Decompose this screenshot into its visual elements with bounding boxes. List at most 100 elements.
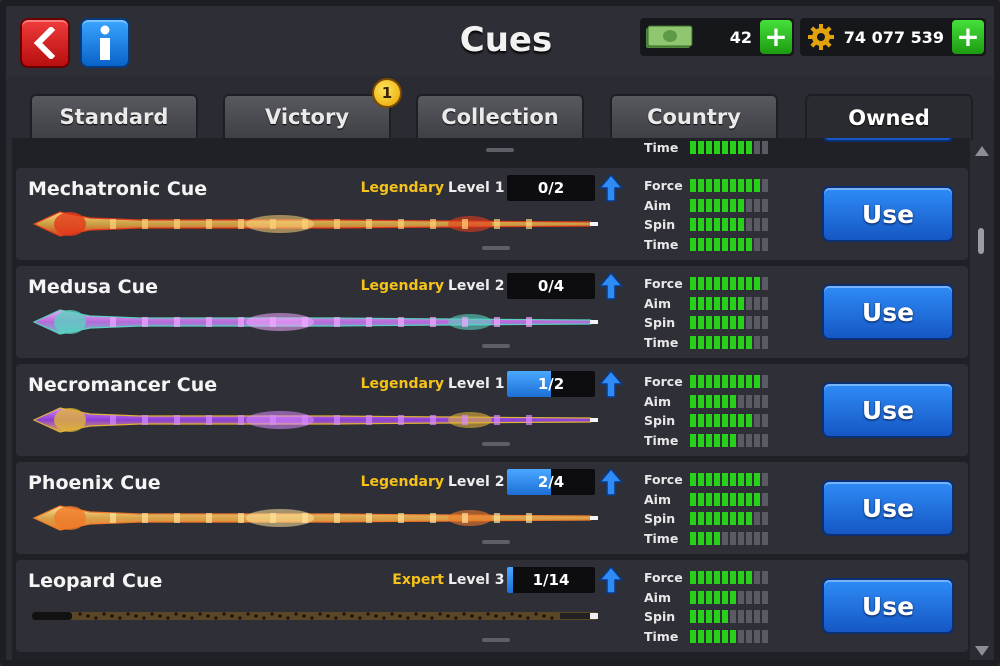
use-cue-button[interactable]: Use <box>822 186 954 242</box>
tab-victory[interactable]: Victory <box>223 94 391 138</box>
partial-use-button[interactable] <box>822 138 954 142</box>
tab-country[interactable]: Country <box>610 94 778 138</box>
upgrade-progress-text: 1/14 <box>532 571 570 589</box>
back-button[interactable] <box>20 18 70 68</box>
stat-bar <box>690 512 768 526</box>
upgrade-progress-bar: 1/14 <box>507 567 595 593</box>
stat-force: Force <box>644 176 784 196</box>
stat-label: Force <box>644 570 683 586</box>
stat-label: Aim <box>644 589 671 605</box>
use-cue-button[interactable]: Use <box>822 284 954 340</box>
stat-spin: Spin <box>644 411 784 431</box>
cue-row[interactable]: Medusa Cue Legendary Level 2 0/4 Force A… <box>16 266 968 358</box>
upgrade-arrow-icon[interactable] <box>599 174 623 202</box>
cash-icon <box>646 25 693 48</box>
cue-name: Necromancer Cue <box>28 374 218 396</box>
upgrade-progress-text: 1/2 <box>537 375 565 393</box>
stat-label: Force <box>644 178 683 194</box>
stat-spin: Spin <box>644 607 784 627</box>
cue-level: Level 1 <box>448 180 505 196</box>
cue-name: Mechatronic Cue <box>28 178 208 200</box>
tab-collection[interactable]: Collection <box>416 94 584 138</box>
stat-bar <box>690 532 768 546</box>
stat-label: Time <box>644 237 679 253</box>
stat-label: Time <box>644 531 679 547</box>
stat-bar <box>690 473 768 487</box>
cue-row[interactable]: Necromancer Cue Legendary Level 1 1/2 Fo… <box>16 364 968 456</box>
stat-label: Spin <box>644 609 676 625</box>
stat-time: Time <box>644 333 784 353</box>
scrollbar[interactable] <box>974 144 989 658</box>
scroll-down-arrow[interactable] <box>975 646 989 656</box>
coins-value: 74 077 539 <box>843 27 944 47</box>
stat-label: Force <box>644 276 683 292</box>
stat-label: Time <box>644 335 679 351</box>
stat-label: Spin <box>644 217 676 233</box>
stat-bar <box>690 218 768 232</box>
cues-screen: Cues 42 + 74 077 539 + Standard Victory … <box>0 0 1000 666</box>
row-divider-handle <box>482 246 510 250</box>
add-cash-button[interactable]: + <box>760 20 792 54</box>
cue-name: Phoenix Cue <box>28 472 161 494</box>
stat-label: Force <box>644 374 683 390</box>
stat-bar <box>690 179 768 193</box>
stat-bar <box>690 296 768 310</box>
scroll-up-arrow[interactable] <box>975 146 989 156</box>
cue-stats: Force Aim Spin Time <box>644 470 784 548</box>
cue-row[interactable]: Phoenix Cue Legendary Level 2 2/4 Force … <box>16 462 968 554</box>
stat-bar <box>690 198 768 212</box>
scroll-thumb[interactable] <box>978 228 984 254</box>
info-button[interactable] <box>80 18 130 68</box>
upgrade-arrow-icon[interactable] <box>599 370 623 398</box>
use-cue-button[interactable]: Use <box>822 480 954 536</box>
cue-row[interactable]: Mechatronic Cue Legendary Level 1 0/2 Fo… <box>16 168 968 260</box>
use-cue-button[interactable]: Use <box>822 382 954 438</box>
cue-image <box>32 309 598 335</box>
stat-spin: Spin <box>644 509 784 529</box>
cue-row[interactable]: Leopard Cue Expert Level 3 1/14 Force Ai… <box>16 560 968 652</box>
stat-label: Aim <box>644 295 671 311</box>
tab-standard[interactable]: Standard <box>30 94 198 138</box>
cue-list[interactable]: Time Mechatronic Cue Legendary Level 1 0… <box>12 138 970 660</box>
cue-rarity: Legendary <box>360 180 444 196</box>
cue-stats: Force Aim Spin Time <box>644 176 784 254</box>
stat-time: Time <box>644 431 784 451</box>
stat-force: Force <box>644 470 784 490</box>
cue-image <box>32 211 598 237</box>
upgrade-arrow-icon[interactable] <box>599 272 623 300</box>
cue-rarity: Legendary <box>360 278 444 294</box>
coin-gear-icon <box>808 24 834 50</box>
cue-image <box>32 505 598 531</box>
tab-owned[interactable]: Owned <box>805 94 973 140</box>
stat-time: Time <box>644 235 784 255</box>
partial-cue-row: Time <box>16 138 968 158</box>
cue-image <box>32 407 598 433</box>
cue-rarity: Legendary <box>360 474 444 490</box>
upgrade-arrow-icon[interactable] <box>599 566 623 594</box>
upgrade-progress-bar: 0/4 <box>507 273 595 299</box>
header-bar: Cues 42 + 74 077 539 + <box>6 6 994 76</box>
row-divider-handle <box>482 344 510 348</box>
cue-name: Leopard Cue <box>28 570 163 592</box>
page-title: Cues <box>459 20 553 60</box>
stat-label: Aim <box>644 491 671 507</box>
upgrade-progress-bar: 0/2 <box>507 175 595 201</box>
cue-stats: Force Aim Spin Time <box>644 274 784 352</box>
upgrade-progress-bar: 1/2 <box>507 371 595 397</box>
coins-counter: 74 077 539 + <box>800 18 986 56</box>
stat-time: Time <box>644 627 784 647</box>
upgrade-arrow-icon[interactable] <box>599 468 623 496</box>
stat-label: Time <box>644 433 679 449</box>
cue-rarity: Expert <box>392 572 444 588</box>
add-coins-button[interactable]: + <box>952 20 984 54</box>
cash-value: 42 <box>729 27 752 47</box>
stat-bar <box>690 375 768 389</box>
stat-bar <box>690 336 768 350</box>
stat-bar <box>690 414 768 428</box>
stat-bar <box>690 610 768 624</box>
stat-label: Force <box>644 472 683 488</box>
stat-spin: Spin <box>644 313 784 333</box>
use-cue-button[interactable]: Use <box>822 578 954 634</box>
upgrade-progress-text: 0/4 <box>537 277 565 295</box>
stat-spin: Spin <box>644 215 784 235</box>
